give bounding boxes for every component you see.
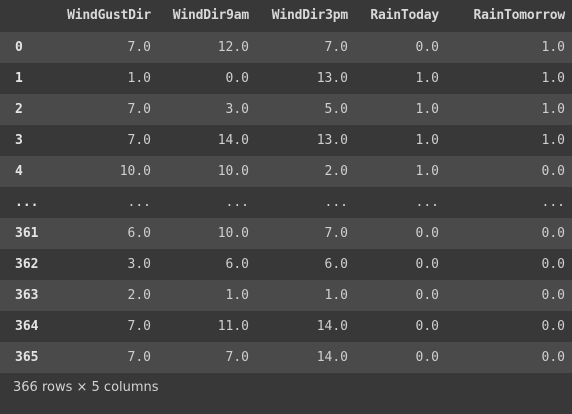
table-cell: ... — [541, 195, 565, 210]
table-cell: 3.0 — [127, 257, 151, 272]
column-header-raintoday: RainToday — [370, 8, 439, 23]
table-cell: 14.0 — [217, 133, 249, 148]
shape-info: 366 rows × 5 columns — [13, 380, 159, 395]
table-row: 0 7.0 12.0 7.0 0.0 1.0 — [0, 32, 572, 63]
table-cell: 0.0 — [541, 257, 565, 272]
table-cell: 6.0 — [324, 257, 348, 272]
table-cell: 0.0 — [541, 350, 565, 365]
row-index: 362 — [15, 257, 39, 272]
table-cell: 10.0 — [217, 164, 249, 179]
table-cell: 1.0 — [324, 288, 348, 303]
table-row: 361 6.0 10.0 7.0 0.0 0.0 — [0, 218, 572, 249]
row-index: 363 — [15, 288, 39, 303]
table-cell: 1.0 — [127, 71, 151, 86]
row-index: 364 — [15, 319, 39, 334]
table-cell: 11.0 — [217, 319, 249, 334]
table-cell: ... — [127, 195, 151, 210]
column-header-raintomorrow: RainTomorrow — [473, 8, 565, 23]
table-cell: 2.0 — [324, 164, 348, 179]
table-cell: 0.0 — [415, 350, 439, 365]
table-row: 2 7.0 3.0 5.0 1.0 1.0 — [0, 94, 572, 125]
table-cell: 6.0 — [225, 257, 249, 272]
table-cell: 13.0 — [316, 71, 348, 86]
index-header — [0, 0, 52, 32]
dataframe-table: WindGustDir WindDir9am WindDir3pm RainTo… — [0, 0, 572, 373]
table-cell: 1.0 — [541, 133, 565, 148]
table-cell: 1.0 — [541, 71, 565, 86]
table-cell: 0.0 — [541, 319, 565, 334]
row-index: 365 — [15, 350, 39, 365]
table-cell: 14.0 — [316, 319, 348, 334]
table-cell: 0.0 — [415, 40, 439, 55]
table-cell: 5.0 — [324, 102, 348, 117]
column-header-winddir9am: WindDir9am — [172, 8, 249, 23]
table-cell: ... — [225, 195, 249, 210]
table-cell: 12.0 — [217, 40, 249, 55]
table-cell: 7.0 — [127, 40, 151, 55]
table-cell: 0.0 — [415, 288, 439, 303]
table-cell: 14.0 — [316, 350, 348, 365]
table-row: 364 7.0 11.0 14.0 0.0 0.0 — [0, 311, 572, 342]
table-row: .................. — [0, 187, 572, 218]
table-body: 0 7.0 12.0 7.0 0.0 1.0 1 1.0 0.0 13.0 1.0 1.0 2 7.0 3.… — [0, 32, 572, 373]
table-cell: 13.0 — [316, 133, 348, 148]
table-cell: 7.0 — [127, 102, 151, 117]
row-index: 1 — [15, 71, 23, 86]
row-index: 3 — [15, 133, 23, 148]
table-cell: 7.0 — [127, 350, 151, 365]
table-cell: 10.0 — [217, 226, 249, 241]
table-cell: 1.0 — [541, 102, 565, 117]
table-cell: 0.0 — [415, 226, 439, 241]
header-row: WindGustDir WindDir9am WindDir3pm RainTo… — [0, 0, 572, 32]
table-row: 4 10.0 10.0 2.0 1.0 0.0 — [0, 156, 572, 187]
table-cell: 7.0 — [127, 319, 151, 334]
dataframe-output: WindGustDir WindDir9am WindDir3pm RainTo… — [0, 0, 572, 373]
row-index: 2 — [15, 102, 23, 117]
table-cell: 7.0 — [225, 350, 249, 365]
table-cell: 0.0 — [225, 71, 249, 86]
row-index: 361 — [15, 226, 39, 241]
table-cell: 1.0 — [415, 164, 439, 179]
table-cell: 0.0 — [541, 164, 565, 179]
row-index: 4 — [15, 164, 23, 179]
table-cell: 0.0 — [415, 257, 439, 272]
table-row: 363 2.0 1.0 1.0 0.0 0.0 — [0, 280, 572, 311]
table-cell: 1.0 — [225, 288, 249, 303]
table-cell: 6.0 — [127, 226, 151, 241]
table-cell: 0.0 — [541, 288, 565, 303]
table-row: 1 1.0 0.0 13.0 1.0 1.0 — [0, 63, 572, 94]
table-cell: 0.0 — [415, 319, 439, 334]
table-cell: 0.0 — [541, 226, 565, 241]
table-cell: 3.0 — [225, 102, 249, 117]
table-cell: 7.0 — [324, 40, 348, 55]
table-cell: ... — [324, 195, 348, 210]
table-cell: 1.0 — [415, 133, 439, 148]
table-cell: 1.0 — [415, 102, 439, 117]
table-cell: 7.0 — [324, 226, 348, 241]
table-cell: ... — [415, 195, 439, 210]
table-cell: 7.0 — [127, 133, 151, 148]
table-row: 3 7.0 14.0 13.0 1.0 1.0 — [0, 125, 572, 156]
column-header-winddir3pm: WindDir3pm — [271, 8, 348, 23]
table-cell: 1.0 — [415, 71, 439, 86]
row-index: ... — [15, 195, 39, 210]
table-cell: 10.0 — [119, 164, 151, 179]
column-header-windgustdir: WindGustDir — [67, 8, 151, 23]
table-cell: 2.0 — [127, 288, 151, 303]
table-cell: 1.0 — [541, 40, 565, 55]
table-row: 362 3.0 6.0 6.0 0.0 0.0 — [0, 249, 572, 280]
row-index: 0 — [15, 40, 23, 55]
table-row: 365 7.0 7.0 14.0 0.0 0.0 — [0, 342, 572, 373]
table-header: WindGustDir WindDir9am WindDir3pm RainTo… — [0, 0, 572, 32]
